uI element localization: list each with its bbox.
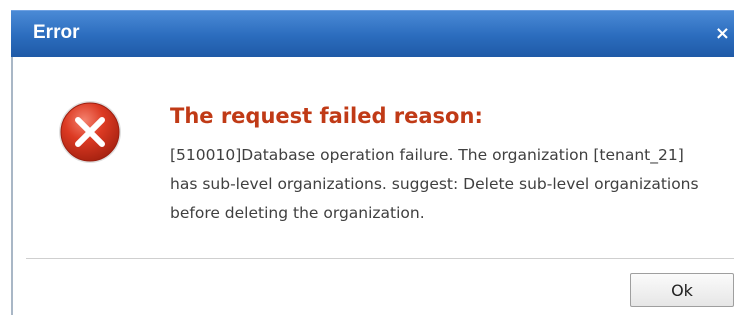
error-dialog: Error × The request failed reason: [5100… bbox=[0, 0, 734, 315]
error-message: [510010]Database operation failure. The … bbox=[170, 146, 699, 222]
error-heading: The request failed reason: bbox=[170, 104, 483, 128]
dialog-titlebar[interactable]: Error × bbox=[11, 10, 734, 57]
ok-button[interactable]: Ok bbox=[630, 273, 734, 307]
close-icon[interactable]: × bbox=[715, 23, 730, 44]
dialog-divider bbox=[26, 258, 734, 259]
error-icon bbox=[59, 101, 121, 163]
dialog-title: Error bbox=[33, 22, 80, 43]
